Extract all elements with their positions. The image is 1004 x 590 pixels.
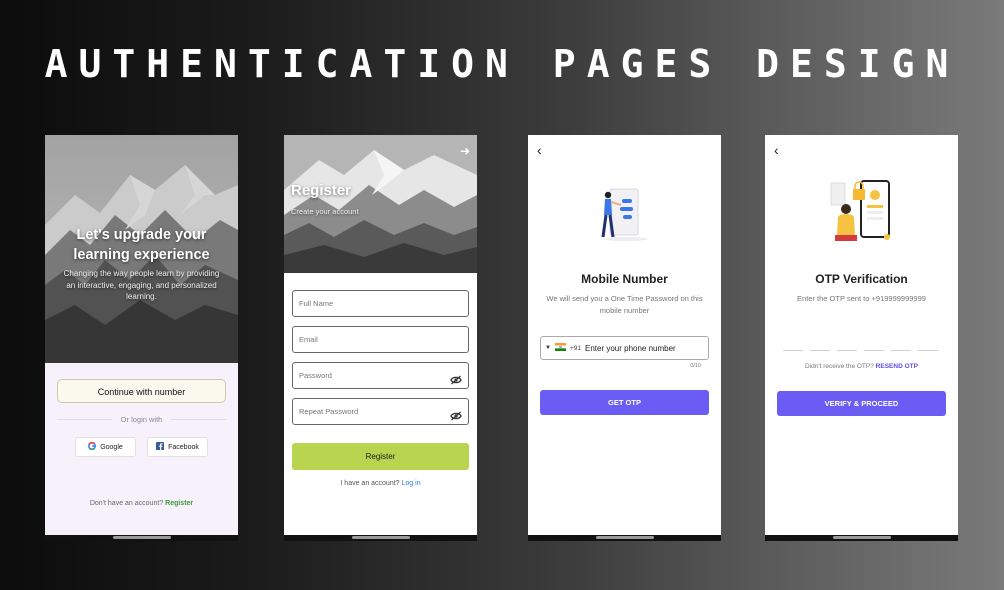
facebook-icon xyxy=(156,442,165,452)
back-chevron-icon[interactable]: ‹ xyxy=(774,142,779,158)
full-name-field[interactable]: Full Name xyxy=(292,290,469,317)
resend-prompt-text: Didn't receive the OTP? xyxy=(805,363,874,370)
dropdown-caret-icon[interactable]: ▼ xyxy=(545,345,551,351)
otp-digit-slot[interactable] xyxy=(864,350,884,351)
divider-right xyxy=(171,419,226,420)
otp-digit-slot[interactable] xyxy=(918,350,938,351)
verify-proceed-button[interactable]: VERIFY & PROCEED xyxy=(777,391,946,416)
security-illustration xyxy=(827,179,895,250)
password-placeholder: Password xyxy=(299,371,332,380)
otp-digit-slot[interactable] xyxy=(783,350,803,351)
page-headline: AUTHENTICATION PAGES DESIGN xyxy=(44,42,960,86)
screen-subtitle: Changing the way people learn by providi… xyxy=(63,269,220,301)
home-indicator[interactable] xyxy=(352,536,410,539)
phone-number-placeholder: Enter your phone number xyxy=(584,343,676,353)
google-label: Google xyxy=(100,443,123,451)
resend-prompt: Didn't receive the OTP? RESEND OTP xyxy=(765,363,958,370)
screen-description: Enter the OTP sent to +919999999999 xyxy=(797,294,926,303)
country-code: +91 xyxy=(569,344,581,352)
full-name-placeholder: Full Name xyxy=(299,299,334,308)
facebook-label: Facebook xyxy=(168,443,199,451)
email-field[interactable]: Email xyxy=(292,326,469,353)
password-field[interactable]: Password xyxy=(292,362,469,389)
continue-with-number-button[interactable]: Continue with number xyxy=(57,379,226,403)
screen-subtitle: Create your account xyxy=(291,207,359,216)
system-nav-bar xyxy=(45,535,238,541)
phone-number-field[interactable]: ▼ +91 Enter your phone number xyxy=(540,336,709,360)
india-flag-icon xyxy=(554,343,566,353)
arrow-right-icon[interactable]: ➜ xyxy=(460,144,470,158)
register-screen: ➜ Register Create your account Full Name… xyxy=(284,135,477,541)
repeat-password-placeholder: Repeat Password xyxy=(299,407,359,416)
screen-description: We will send you a One Time Password on … xyxy=(546,294,703,315)
register-link[interactable]: Register xyxy=(165,500,193,507)
mobile-number-screen: ‹ Mobile Number We will send you a One T… xyxy=(528,135,721,541)
no-account-text: Don't have an account? xyxy=(89,500,164,507)
facebook-login-button[interactable]: Facebook xyxy=(147,437,208,457)
system-nav-bar xyxy=(284,535,477,541)
register-button[interactable]: Register xyxy=(292,443,469,470)
eye-off-icon[interactable] xyxy=(450,370,462,395)
repeat-password-field[interactable]: Repeat Password xyxy=(292,398,469,425)
google-login-button[interactable]: Google xyxy=(75,437,136,457)
login-screen: Let's upgrade your learning experience C… xyxy=(45,135,238,541)
eye-off-icon[interactable] xyxy=(450,406,462,431)
home-indicator[interactable] xyxy=(596,536,654,539)
system-nav-bar xyxy=(765,535,958,541)
otp-digit-slot[interactable] xyxy=(891,350,911,351)
screen-title: Register xyxy=(291,182,352,199)
otp-verification-screen: ‹ OTP Verification Enter the OTP sent to… xyxy=(765,135,958,541)
resend-otp-link[interactable]: RESEND OTP xyxy=(876,363,918,370)
back-chevron-icon[interactable]: ‹ xyxy=(537,142,542,158)
register-prompt: Don't have an account? Register xyxy=(45,500,238,507)
phone-illustration xyxy=(594,185,654,248)
google-icon xyxy=(88,441,97,452)
screen-title: Mobile Number xyxy=(581,272,668,286)
mountain-background xyxy=(284,135,477,273)
login-link[interactable]: Log in xyxy=(402,480,421,487)
screen-title: Let's upgrade your learning experience xyxy=(73,227,210,263)
home-indicator[interactable] xyxy=(833,536,891,539)
character-counter: 0/10 xyxy=(690,363,701,369)
email-placeholder: Email xyxy=(299,335,318,344)
login-prompt: I have an account? Log in xyxy=(284,480,477,487)
screen-title: OTP Verification xyxy=(815,272,908,286)
otp-digit-slot[interactable] xyxy=(810,350,830,351)
have-account-text: I have an account? xyxy=(340,480,400,487)
system-nav-bar xyxy=(528,535,721,541)
otp-digit-slot[interactable] xyxy=(837,350,857,351)
get-otp-button[interactable]: GET OTP xyxy=(540,390,709,415)
home-indicator[interactable] xyxy=(113,536,171,539)
